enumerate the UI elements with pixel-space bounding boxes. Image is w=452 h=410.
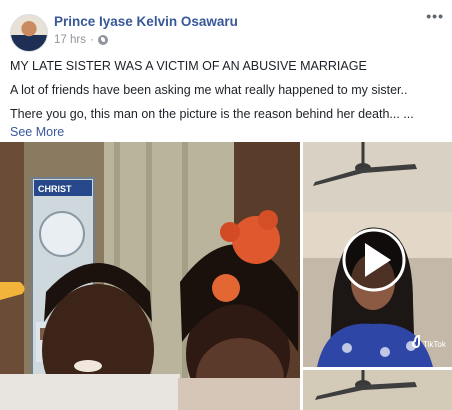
post-timestamp[interactable]: 17 hrs <box>54 34 86 46</box>
facebook-post: Prince Iyase Kelvin Osawaru 17 hrs · •••… <box>0 0 452 410</box>
poster-sign-text: CHRIST <box>38 184 72 194</box>
second-thumbnail-illustration <box>303 370 452 410</box>
post-text: MY LATE SISTER WAS A VICTIM OF AN ABUSIV… <box>10 58 442 140</box>
post-title: MY LATE SISTER WAS A VICTIM OF AN ABUSIV… <box>10 59 367 73</box>
author-name[interactable]: Prince Iyase Kelvin Osawaru <box>54 14 238 29</box>
post-paragraph-1: A lot of friends have been asking me wha… <box>10 83 408 97</box>
post-meta: 17 hrs · <box>54 34 108 46</box>
privacy-globe-icon[interactable] <box>97 35 108 45</box>
wedding-photo[interactable]: CHRIST <box>0 142 300 410</box>
see-more-link[interactable]: See More <box>10 124 442 140</box>
tiktok-badge-text: TikTok <box>423 340 447 349</box>
more-options-icon[interactable]: ••• <box>426 8 444 24</box>
wedding-photo-illustration: CHRIST <box>0 142 300 410</box>
post-paragraph-2: There you go, this man on the picture is… <box>10 107 414 121</box>
author-avatar[interactable] <box>10 14 48 52</box>
second-video-thumbnail[interactable] <box>303 370 452 410</box>
video-thumbnail-illustration: TikTok <box>303 142 452 367</box>
meta-separator: · <box>89 34 94 46</box>
play-icon[interactable] <box>342 228 406 292</box>
tiktok-video-thumbnail[interactable]: TikTok <box>303 142 452 367</box>
